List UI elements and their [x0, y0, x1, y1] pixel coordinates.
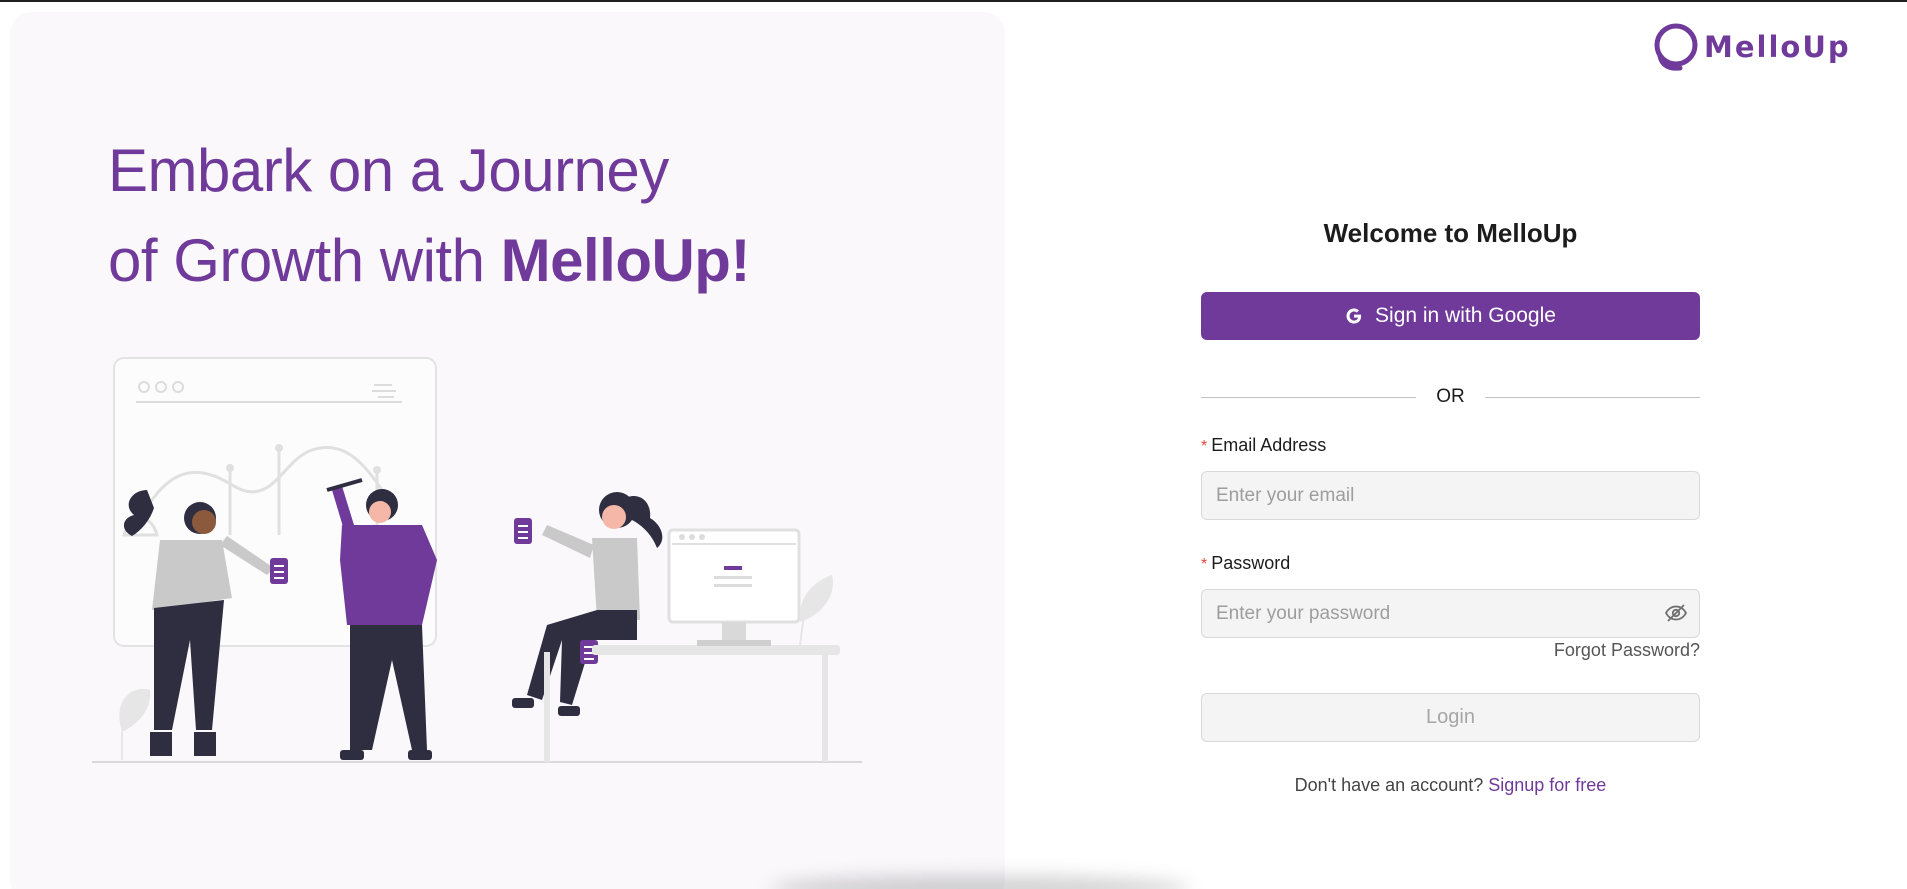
- signup-prompt-text: Don't have an account?: [1294, 775, 1484, 795]
- divider-line-left: [1201, 396, 1417, 398]
- eye-off-icon[interactable]: [1664, 601, 1688, 625]
- password-label-text: Password: [1211, 553, 1291, 573]
- hero-headline: Embark on a Journey of Growth with Mello…: [108, 126, 928, 306]
- google-icon: [1346, 308, 1362, 324]
- required-asterisk: *: [1201, 556, 1208, 573]
- email-label: * Email Address: [1201, 435, 1326, 456]
- or-divider-text: OR: [1436, 386, 1465, 407]
- password-field[interactable]: [1201, 589, 1700, 638]
- email-field[interactable]: [1201, 471, 1700, 520]
- plant-right-graphic: [799, 575, 833, 646]
- google-signin-button[interactable]: Sign in with Google: [1201, 292, 1700, 340]
- plant-left-graphic: [119, 689, 151, 760]
- brand-logo[interactable]: MelloUp: [1652, 22, 1851, 72]
- required-asterisk: *: [1201, 438, 1208, 455]
- hero-headline-line1: Embark on a Journey: [108, 137, 669, 204]
- window-top-border: [0, 0, 1907, 2]
- melloup-logo-icon: [1654, 23, 1698, 71]
- brand-logo-text: MelloUp: [1704, 30, 1851, 64]
- welcome-heading: Welcome to MelloUp: [1323, 218, 1578, 248]
- divider-line-right: [1484, 396, 1700, 398]
- signup-prompt: Don't have an account? Signup for free: [1201, 775, 1700, 796]
- forgot-password-link[interactable]: Forgot Password?: [1500, 640, 1700, 661]
- or-divider: OR: [1201, 385, 1700, 409]
- hero-headline-line2: of Growth with MelloUp!: [108, 216, 928, 306]
- woman-sitting-figure: [512, 492, 663, 716]
- password-label: * Password: [1201, 553, 1290, 574]
- hero-headline-line2-text: of Growth with: [108, 227, 501, 294]
- google-signin-label: Sign in with Google: [1375, 304, 1556, 327]
- signup-link[interactable]: Signup for free: [1488, 775, 1606, 795]
- hero-headline-brand: MelloUp!: [500, 227, 751, 294]
- email-label-text: Email Address: [1211, 435, 1327, 455]
- team-collaboration-illustration: [92, 357, 862, 763]
- login-button[interactable]: Login: [1201, 693, 1700, 742]
- login-button-label: Login: [1426, 706, 1475, 728]
